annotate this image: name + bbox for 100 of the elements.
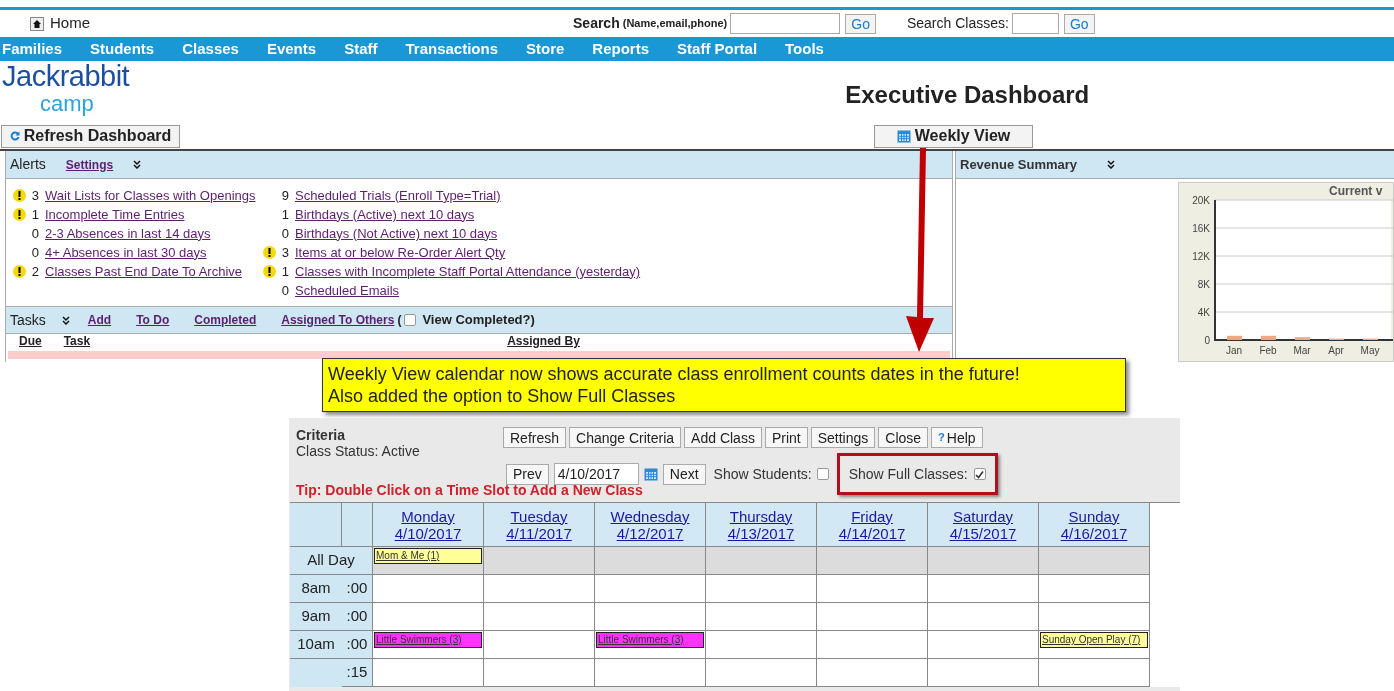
calendar-icon[interactable] xyxy=(643,467,658,481)
tasks-link[interactable]: Assigned To Others xyxy=(281,311,395,329)
time-slot[interactable] xyxy=(595,659,706,687)
time-slot[interactable] xyxy=(817,547,928,575)
settings-link[interactable]: Settings xyxy=(65,155,114,174)
alert-link[interactable]: Classes with Incomplete Staff Portal Attendance (yesterday) xyxy=(295,261,641,282)
time-slot[interactable] xyxy=(706,547,817,575)
x-tick-label: Jan xyxy=(1225,345,1243,356)
day-header[interactable]: Saturday 4/15/2017 xyxy=(928,503,1039,547)
tasks-link[interactable]: To Do xyxy=(136,311,170,329)
time-slot[interactable]: Little Swimmers (3) xyxy=(373,631,484,659)
day-header[interactable]: Sunday 4/16/2017 xyxy=(1039,503,1150,547)
alert-link[interactable]: Items at or below Re-Order Alert Qty xyxy=(295,242,506,263)
time-slot[interactable] xyxy=(373,659,484,687)
alert-link[interactable]: Birthdays (Not Active) next 10 days xyxy=(295,223,498,244)
warning-icon xyxy=(13,265,26,278)
day-header[interactable]: Tuesday 4/11/2017 xyxy=(484,503,595,547)
go-button[interactable]: Go xyxy=(845,13,876,34)
time-slot[interactable] xyxy=(928,547,1039,575)
task-row[interactable] xyxy=(8,351,950,359)
prev-button[interactable]: Prev xyxy=(506,463,549,485)
open-paren: ( xyxy=(397,312,402,329)
collapse-icon[interactable] xyxy=(61,315,70,325)
panel-title: Alerts xyxy=(10,155,46,174)
weekly-view-button[interactable]: Weekly View xyxy=(874,124,1033,148)
collapse-icon[interactable] xyxy=(133,160,142,169)
show-students-checkbox[interactable] xyxy=(816,468,829,480)
time-slot[interactable] xyxy=(928,659,1039,687)
tasks-link[interactable]: Completed xyxy=(194,311,257,329)
time-slot[interactable] xyxy=(484,603,595,631)
time-slot[interactable]: Little Swimmers (3) xyxy=(595,631,706,659)
time-slot[interactable] xyxy=(484,631,595,659)
day-header[interactable]: Thursday 4/13/2017 xyxy=(706,503,817,547)
alert-link[interactable]: 2-3 Absences in last 14 days xyxy=(45,223,211,244)
alert-link[interactable]: Birthdays (Active) next 10 days xyxy=(295,204,475,225)
hour-label: 9am xyxy=(290,603,342,631)
time-slot[interactable] xyxy=(1039,659,1150,687)
alert-link[interactable]: Scheduled Trials (Enroll Type=Trial) xyxy=(295,185,501,206)
collapse-icon[interactable] xyxy=(1107,160,1116,169)
go-button[interactable]: Go xyxy=(1063,13,1095,34)
time-slot[interactable] xyxy=(484,547,595,575)
next-button[interactable]: Next xyxy=(662,463,706,485)
column-header: Due xyxy=(19,333,42,350)
time-slot[interactable] xyxy=(928,603,1039,631)
toolbar-button[interactable]: Change Criteria xyxy=(569,427,682,448)
home-link[interactable]: Home xyxy=(50,12,90,35)
hour-label: 10am xyxy=(290,631,342,659)
callout-text: Weekly View calendar now shows accurate class enrollment counts dates in the future! xyxy=(328,363,1021,385)
time-slot[interactable] xyxy=(817,659,928,687)
day-header[interactable]: Monday 4/10/2017 xyxy=(373,503,484,547)
alert-link[interactable]: Scheduled Emails xyxy=(295,280,400,301)
time-slot[interactable] xyxy=(817,575,928,603)
time-slot[interactable] xyxy=(928,631,1039,659)
alert-link[interactable]: Classes Past End Date To Archive xyxy=(45,261,243,282)
toolbar-button[interactable]: Refresh xyxy=(503,427,567,448)
class-event[interactable]: Little Swimmers (3) xyxy=(596,632,704,648)
home-icon[interactable] xyxy=(30,16,44,31)
view-completed-checkbox[interactable] xyxy=(404,314,417,326)
class-event[interactable]: Little Swimmers (3) xyxy=(374,632,482,648)
help-button[interactable]: ?Help xyxy=(931,427,983,448)
search-field[interactable] xyxy=(730,13,841,34)
time-slot[interactable] xyxy=(928,575,1039,603)
time-slot[interactable] xyxy=(706,603,817,631)
alert-link[interactable]: Wait Lists for Classes with Openings xyxy=(45,185,256,206)
time-slot[interactable] xyxy=(706,659,817,687)
time-slot[interactable] xyxy=(595,547,706,575)
refresh-dashboard-button[interactable]: Refresh Dashboard xyxy=(1,124,180,148)
class-event[interactable]: Sunday Open Play (7) xyxy=(1040,632,1148,648)
time-slot[interactable]: Mom & Me (1) xyxy=(373,547,484,575)
page-title: Executive Dashboard xyxy=(845,80,1090,110)
time-slot[interactable] xyxy=(817,631,928,659)
time-slot[interactable] xyxy=(484,575,595,603)
time-slot[interactable]: Sunday Open Play (7) xyxy=(1039,631,1150,659)
tasks-link[interactable]: Add xyxy=(87,311,112,329)
time-slot[interactable] xyxy=(484,659,595,687)
x-tick-label: May xyxy=(1360,345,1380,356)
time-slot[interactable] xyxy=(373,603,484,631)
show-full-classes-checkbox[interactable] xyxy=(973,468,986,480)
toolbar-button[interactable]: Add Class xyxy=(684,427,762,448)
time-slot[interactable] xyxy=(706,575,817,603)
date-field[interactable]: 4/10/2017 xyxy=(553,463,639,485)
time-slot[interactable] xyxy=(706,631,817,659)
alert-link[interactable]: Incomplete Time Entries xyxy=(45,204,185,225)
show-full-classes-label: Show Full Classes: xyxy=(848,464,968,484)
time-slot[interactable] xyxy=(1039,575,1150,603)
time-slot[interactable] xyxy=(595,603,706,631)
day-header[interactable]: Wednesday 4/12/2017 xyxy=(595,503,706,547)
time-slot[interactable] xyxy=(1039,547,1150,575)
alert-count: 3 xyxy=(30,186,39,205)
toolbar-button[interactable]: Print xyxy=(764,427,808,448)
time-slot[interactable] xyxy=(595,575,706,603)
toolbar-button[interactable]: Settings xyxy=(810,427,876,448)
class-event[interactable]: Mom & Me (1) xyxy=(374,548,482,564)
time-slot[interactable] xyxy=(817,603,928,631)
class-search-field[interactable] xyxy=(1011,13,1059,34)
time-slot[interactable] xyxy=(1039,603,1150,631)
toolbar-button[interactable]: Close xyxy=(878,427,929,448)
day-header[interactable]: Friday 4/14/2017 xyxy=(817,503,928,547)
time-slot[interactable] xyxy=(373,575,484,603)
alert-link[interactable]: 4+ Absences in last 30 days xyxy=(45,242,207,263)
